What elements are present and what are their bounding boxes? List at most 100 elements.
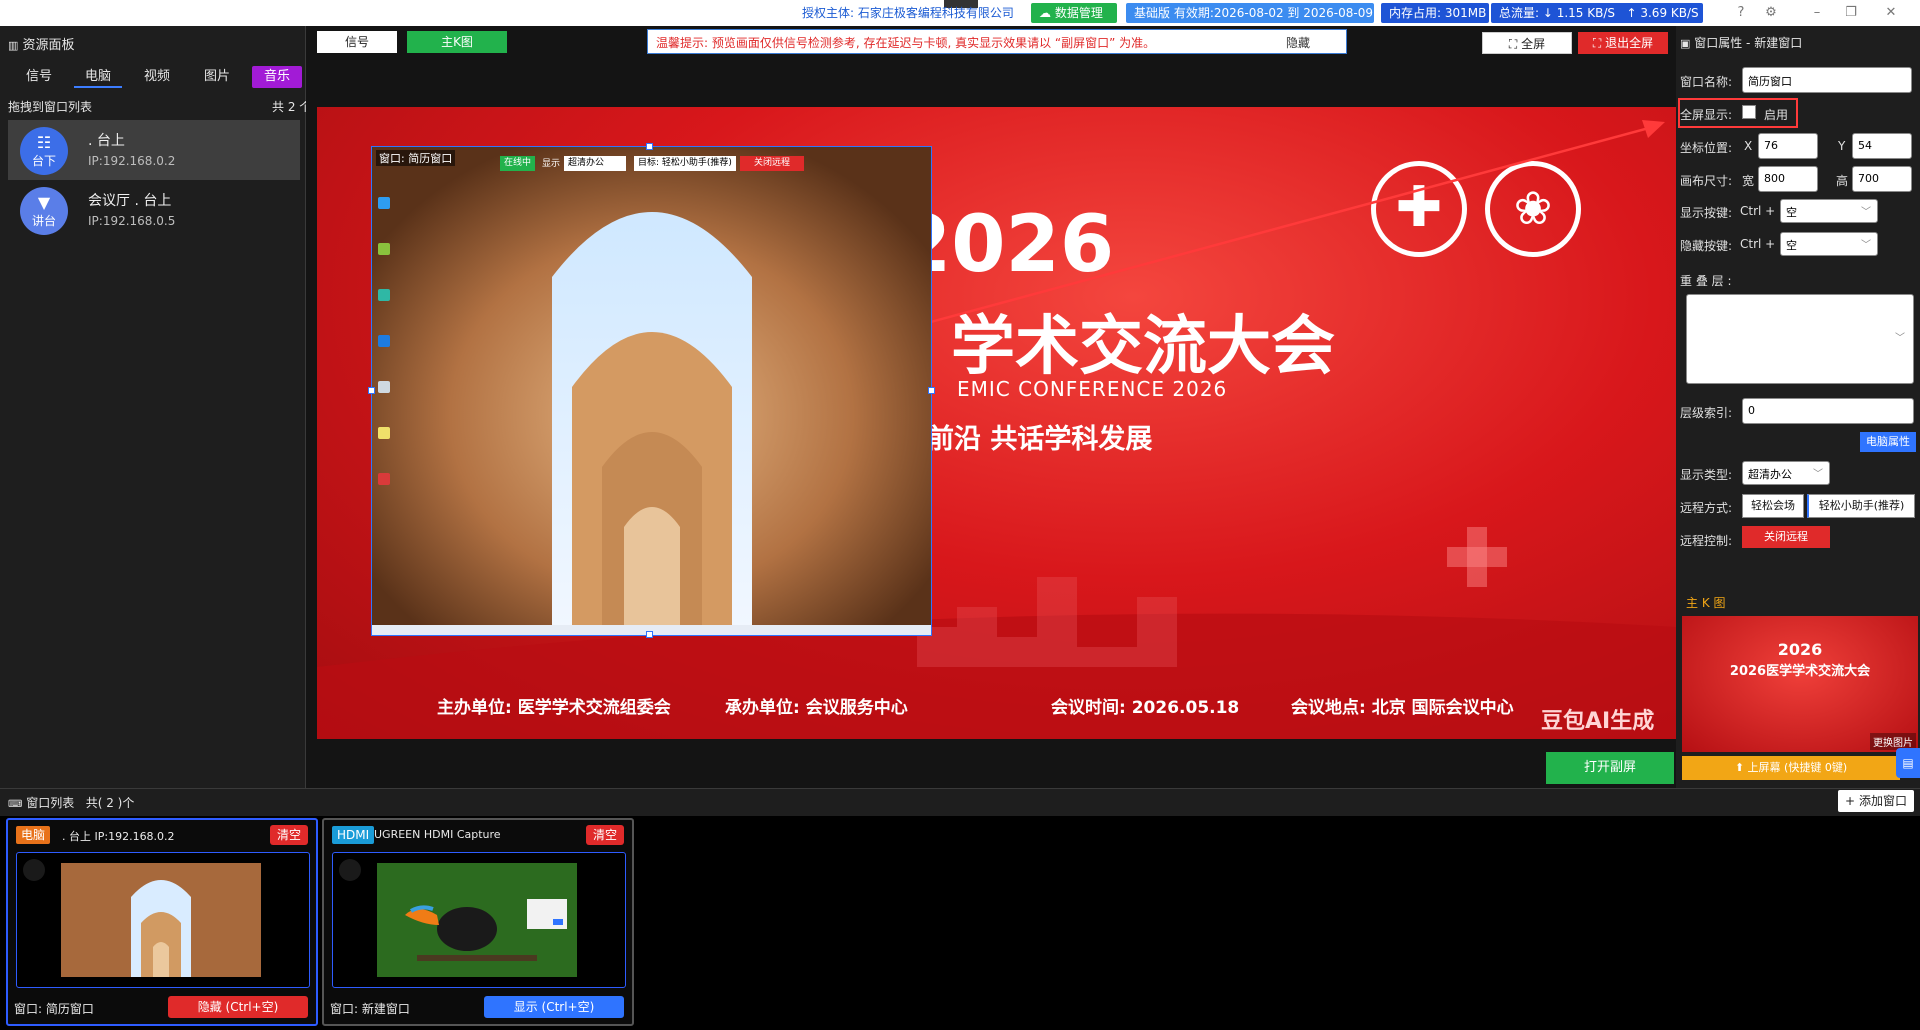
slide-subtitle-en: EMIC CONFERENCE 2026 — [957, 377, 1228, 401]
tab-main-k[interactable]: 主K图 — [407, 31, 507, 53]
window-list-title: ⌨ 窗口列表 共( 2 )个 — [8, 796, 135, 810]
cloud-icon: ☁ — [1039, 6, 1051, 20]
remote-control-label: 远程控制: — [1680, 534, 1733, 548]
pc-attributes-tag: 电脑属性 — [1860, 432, 1916, 452]
open-secondary-screen-button[interactable]: 打开副屏 — [1546, 752, 1674, 784]
display-label: 显示 — [542, 159, 561, 169]
resize-handle[interactable] — [646, 143, 653, 150]
chevron-down-icon: ﹀ — [1813, 469, 1823, 480]
exit-fullscreen-button[interactable]: ⛶ 退出全屏 — [1578, 32, 1668, 54]
licensee-text: 授权主体: 石家庄极客编程科技有限公司 — [802, 6, 1014, 20]
memory-badge: 内存占用: 301MB — [1381, 3, 1489, 23]
thumbnail-year: 2026 — [1777, 640, 1823, 659]
add-window-button[interactable]: + 添加窗口 — [1838, 790, 1914, 812]
desktop-icon[interactable] — [378, 197, 390, 209]
side-chat-icon[interactable]: ▤ — [1896, 748, 1920, 778]
shrink-icon: ⛶ — [1592, 36, 1602, 50]
show-window-button[interactable]: 显示 (Ctrl+空) — [484, 996, 624, 1018]
target-select[interactable]: 目标: 轻松小助手(推荐) — [634, 156, 736, 171]
close-remote-mini-button[interactable]: 关闭远程 — [740, 156, 804, 171]
device-item[interactable]: ▼ 讲台 会议厅 . 台上 IP:192.168.0.5 — [8, 180, 300, 240]
desktop-icon[interactable] — [378, 335, 390, 347]
tab-video[interactable]: 视频 — [136, 66, 178, 88]
hide-key-select[interactable]: 空 ﹀ — [1780, 232, 1878, 256]
clear-button[interactable]: 清空 — [586, 825, 624, 845]
show-key-label: 显示按键: — [1680, 206, 1733, 220]
window-card[interactable]: 电脑 . 台上 IP:192.168.0.2 清空 窗口: 简历窗口 隐藏 (C… — [6, 818, 318, 1026]
maximize-icon[interactable]: ❐ — [1840, 2, 1862, 24]
desktop-icon[interactable] — [378, 427, 390, 439]
ai-watermark: 豆包AI生成 — [1541, 709, 1655, 734]
x-position-input[interactable]: 76 — [1758, 133, 1818, 159]
online-status: 在线中 — [500, 156, 536, 171]
desktop-icon[interactable] — [378, 473, 390, 485]
desktop-icon[interactable] — [378, 381, 390, 393]
layer-index-input[interactable]: 0 — [1742, 398, 1914, 424]
window-name-input[interactable]: 简历窗口 — [1742, 67, 1912, 93]
width-label: 宽 — [1742, 174, 1755, 188]
desktop-wallpaper — [372, 147, 931, 635]
edition-badge: 基础版 有效期:2026-08-02 到 2026-08-09 — [1126, 3, 1374, 23]
close-remote-button[interactable]: 关闭远程 — [1742, 526, 1830, 548]
display-type-label: 显示类型: — [1680, 468, 1733, 482]
device-avatar: ▼ 讲台 — [20, 187, 68, 235]
main-k-thumbnail[interactable]: 2026 2026医学学术交流大会 更换图片 — [1682, 616, 1918, 752]
tab-signal-preview[interactable]: 信号 — [317, 31, 397, 53]
upload-to-screen-button[interactable]: ⬆ 上屏幕 (快捷键 0键) — [1682, 756, 1900, 780]
remote-mode-option-1[interactable]: 轻松会场 — [1742, 494, 1804, 518]
device-item[interactable]: ☷ 台下 . 台上 IP:192.168.0.2 — [8, 120, 300, 180]
y-position-input[interactable]: 54 — [1852, 133, 1912, 159]
display-type-select[interactable]: 超清办公 ﹀ — [1742, 461, 1830, 485]
resize-handle[interactable] — [368, 387, 375, 394]
card-window-name: 窗口: 新建窗口 — [330, 1002, 410, 1016]
minimize-icon[interactable]: – — [1806, 2, 1828, 24]
tab-signal[interactable]: 信号 — [18, 66, 60, 88]
fullscreen-button[interactable]: ⛶ 全屏 — [1482, 32, 1572, 54]
title-bar: 授权主体: 石家庄极客编程科技有限公司 ☁ 数据管理 基础版 有效期:2026-… — [0, 0, 1920, 26]
height-input[interactable]: 700 — [1852, 166, 1912, 192]
fullscreen-label: 全屏显示: — [1680, 108, 1733, 122]
window-card[interactable]: HDMI UGREEN HDMI Capture 清空 窗口: 新建窗口 显示 … — [322, 818, 634, 1026]
resize-handle[interactable] — [928, 387, 935, 394]
properties-title: ▣ 窗口属性 - 新建窗口 — [1680, 36, 1803, 50]
tab-image[interactable]: 图片 — [196, 66, 238, 88]
source-tag: HDMI — [332, 826, 375, 844]
slide-footer-place: 会议地点: 北京 国际会议中心 — [1291, 698, 1514, 718]
overlay-list[interactable]: ﹀ — [1686, 294, 1914, 384]
data-management-button[interactable]: ☁ 数据管理 — [1031, 3, 1117, 23]
notice-hide-button[interactable]: 隐藏 — [1286, 34, 1310, 51]
close-icon[interactable]: ✕ — [1880, 2, 1902, 24]
display-mode-select[interactable]: 超清办公 — [564, 156, 626, 171]
remote-mode-option-2[interactable]: 轻松小助手(推荐) — [1807, 494, 1915, 518]
tab-computer[interactable]: 电脑 — [74, 66, 122, 88]
fullscreen-checkbox[interactable] — [1742, 105, 1756, 119]
main-k-title: 主 K 图 — [1686, 596, 1726, 610]
hide-window-button[interactable]: 隐藏 (Ctrl+空) — [168, 996, 308, 1018]
resize-handle[interactable] — [646, 631, 653, 638]
card-window-name: 窗口: 简历窗口 — [14, 1002, 94, 1016]
tab-music[interactable]: 音乐 — [252, 66, 302, 88]
card-title: UGREEN HDMI Capture — [374, 828, 501, 841]
device-name: 会议厅 . 台上 — [88, 193, 172, 209]
hide-key-ctrl: Ctrl + — [1740, 237, 1776, 251]
window-list-bar — [0, 788, 1920, 816]
window-icon: ▣ — [1680, 37, 1691, 50]
desktop-icon[interactable] — [378, 289, 390, 301]
width-input[interactable]: 800 — [1758, 166, 1818, 192]
help-icon[interactable]: ? — [1730, 2, 1752, 24]
show-key-select[interactable]: 空 ﹀ — [1780, 199, 1878, 223]
net-traffic-badge: 总流量: ↓ 1.15 KB/S ↑ 3.69 KB/S — [1491, 3, 1703, 23]
fullscreen-enable-label: 启用 — [1764, 108, 1789, 122]
gear-icon[interactable]: ⚙ — [1760, 2, 1782, 24]
panel-chart-icon: ▥ — [8, 39, 19, 52]
clear-button[interactable]: 清空 — [270, 825, 308, 845]
card-thumbnail — [16, 852, 310, 988]
source-tag: 电脑 — [16, 826, 51, 844]
embedded-window[interactable]: 窗口: 简历窗口 在线中 显示 超清办公 目标: 轻松小助手(推荐) 关闭远程 — [368, 143, 935, 638]
overlay-label: 重 叠 层 : — [1680, 274, 1732, 288]
desktop-icon[interactable] — [378, 243, 390, 255]
height-label: 高 — [1836, 174, 1849, 188]
grid-list-icon: ☷ — [36, 133, 52, 152]
show-key-ctrl: Ctrl + — [1740, 204, 1776, 218]
thumbnail-title: 2026医学学术交流大会 — [1729, 664, 1871, 679]
